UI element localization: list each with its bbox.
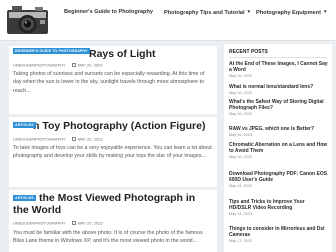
post-card: BEGINNER'S GUIDE TO PHOTOGRAPHY Rays of … xyxy=(9,46,217,122)
post-date: MAY 20, 2023 xyxy=(77,221,103,226)
recent-post-date: May 16, 2023 xyxy=(229,90,253,95)
chevron-down-icon: ▼ xyxy=(322,9,328,14)
post-title[interactable]: n Toy Photography (Action Figure) xyxy=(33,120,205,132)
camera-logo[interactable] xyxy=(4,2,51,36)
nav-label: Beginner's Guide to Photography xyxy=(64,9,153,15)
recent-post-link[interactable]: Tips and Tricks to Improve Your HD/DSLR … xyxy=(229,199,328,212)
category-badge[interactable]: ARTICLES xyxy=(13,122,36,128)
author-link[interactable]: UNEDUSERPHOTOGRAPHY xyxy=(13,63,66,67)
recent-post-item: Things to consider in Mirrorless and Dsl… xyxy=(229,226,328,243)
recent-post-link[interactable]: What's the Safest Way of Storing Digital… xyxy=(229,99,328,112)
category-badge[interactable]: ARTICLES xyxy=(13,195,36,201)
post-excerpt: You must be familiar with the above phot… xyxy=(13,230,203,245)
recent-post-item: RAW vs JPEG, which one is Better? May 16… xyxy=(229,126,328,137)
post-excerpt: Taking photos of sunrises and sunsets ca… xyxy=(13,71,205,94)
post-card: ARTICLES n Toy Photography (Action Figur… xyxy=(9,117,217,193)
widget-title: RECENT POSTS xyxy=(229,49,268,55)
recent-post-item: At the End of These Images, I Cannot Say… xyxy=(229,61,328,78)
recent-post-item: Chromatic Aberration on a Lens and How t… xyxy=(229,142,328,159)
recent-post-link[interactable]: What is normal lens/standard lens? xyxy=(229,84,328,90)
recent-post-item: What is normal lens/standard lens? May 1… xyxy=(229,84,328,95)
recent-post-date: May 16, 2023 xyxy=(229,74,253,79)
recent-post-date: May 16, 2023 xyxy=(229,132,253,137)
recent-post-item: Tips and Tricks to Improve Your HD/DSLR … xyxy=(229,199,328,216)
post-date: MAY 20, 2023 xyxy=(77,63,103,68)
recent-post-link[interactable]: At the End of These Images, I Cannot Say… xyxy=(229,61,328,74)
post-feed: BEGINNER'S GUIDE TO PHOTOGRAPHY Rays of … xyxy=(9,46,217,252)
recent-post-date: May 16, 2023 xyxy=(229,112,253,117)
recent-post-item: What's the Safest Way of Storing Digital… xyxy=(229,99,328,116)
post-excerpt: To take images of toys can be a very enj… xyxy=(13,145,212,160)
recent-post-link[interactable]: Chromatic Aberration on a Lens and How t… xyxy=(229,142,328,155)
post-date: MAY 20, 2023 xyxy=(77,137,103,142)
recent-post-date: May 14, 2023 xyxy=(229,184,253,189)
author-link[interactable]: UNEDUSERPHOTOGRAPHY xyxy=(13,137,66,141)
post-title[interactable]: Rays of Light xyxy=(89,48,156,60)
site-header: Beginner's Guide to Photography Photogra… xyxy=(0,0,336,41)
recent-post-link[interactable]: Things to consider in Mirrorless and Dsl… xyxy=(229,226,328,239)
recent-post-link[interactable]: Download Photography PDF: Canon EOS 600D… xyxy=(229,171,328,184)
nav-tips-tutorial[interactable]: Photography Tips and Tutorial ▼ xyxy=(164,9,251,16)
recent-post-link[interactable]: RAW vs JPEG, which one is Better? xyxy=(229,126,328,132)
recent-post-date: May 17, 2023 xyxy=(229,239,253,244)
category-badge[interactable]: BEGINNER'S GUIDE TO PHOTOGRAPHY xyxy=(13,48,90,54)
divider xyxy=(229,57,327,58)
post-title[interactable]: the Most Viewed Photograph in the World xyxy=(13,192,213,216)
nav-beginners-guide[interactable]: Beginner's Guide to Photography xyxy=(64,9,153,15)
recent-post-date: May 16, 2023 xyxy=(229,155,253,160)
post-card: ARTICLES the Most Viewed Photograph in t… xyxy=(9,190,217,252)
calendar-icon xyxy=(71,221,76,225)
recent-posts-widget: RECENT POSTS At the End of These Images,… xyxy=(224,44,332,252)
author-link[interactable]: UNEDUSERPHOTOGRAPHY xyxy=(13,221,66,225)
post-meta: UNEDUSERPHOTOGRAPHY MAY 20, 2023 xyxy=(13,221,103,225)
calendar-icon xyxy=(71,63,76,67)
nav-equipment[interactable]: Photography Equipment ▼ xyxy=(256,9,327,16)
nav-label: Photography Tips and Tutorial xyxy=(164,10,245,16)
chevron-down-icon: ▼ xyxy=(246,9,252,14)
calendar-icon xyxy=(71,137,76,141)
recent-post-item: Download Photography PDF: Canon EOS 600D… xyxy=(229,171,328,188)
recent-post-date: May 14, 2023 xyxy=(229,212,253,217)
post-meta: UNEDUSERPHOTOGRAPHY MAY 20, 2023 xyxy=(13,137,103,141)
post-meta: UNEDUSERPHOTOGRAPHY MAY 20, 2023 xyxy=(13,63,103,67)
nav-label: Photography Equipment xyxy=(256,10,321,16)
